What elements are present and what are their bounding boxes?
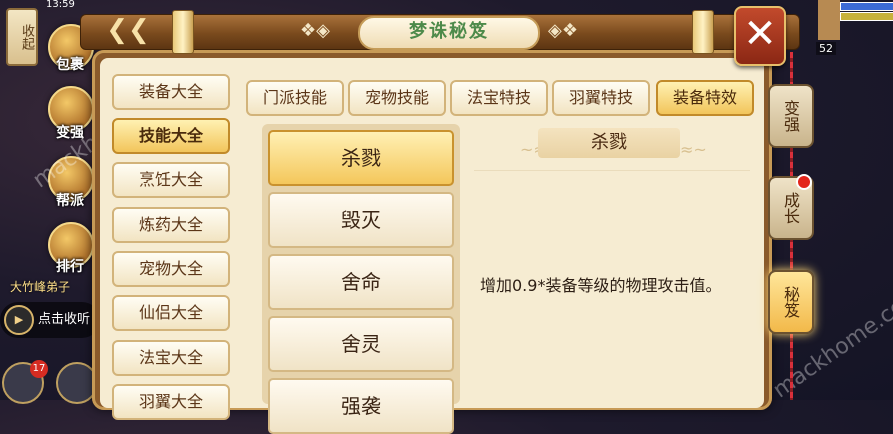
tab-artifact-specials[interactable]: 法宝特技 [450,80,548,116]
detail-divider [474,170,750,171]
player-level: 52 [816,42,836,55]
category-wings[interactable]: 羽翼大全 [112,384,230,420]
detail-title: 杀戮 [538,128,680,158]
category-skills[interactable]: 技能大全 [112,118,230,154]
category-companions[interactable]: 仙侣大全 [112,295,230,331]
list-item[interactable]: 毁灭 [268,192,454,248]
collapse-button[interactable]: 收起 [6,8,38,66]
page-title-plaque: 梦诛秘笈 [358,16,540,50]
category-artifacts[interactable]: 法宝大全 [112,340,230,376]
tab-pet-skills[interactable]: 宠物技能 [348,80,446,116]
mana-bar [840,2,893,11]
cloud-ornament-icon: ≈~ [680,140,707,159]
list-item[interactable]: 舍灵 [268,316,454,372]
rod-cap-right [692,10,714,54]
player-avatar[interactable] [818,0,840,40]
hud-label-guild: 帮派 [56,193,84,209]
close-icon[interactable]: ✕ [734,6,786,66]
tab-wing-specials[interactable]: 羽翼特技 [552,80,650,116]
chat-sender: 大竹峰弟子 [10,280,71,294]
category-pets[interactable]: 宠物大全 [112,251,230,287]
list-item[interactable]: 强袭 [268,378,454,434]
status-time: 13:59 [46,0,75,10]
play-icon: ▶ [4,305,34,335]
notification-badge: 17 [30,360,48,378]
cloud-ornament-icon: ◈❖ [548,20,578,41]
category-alchemy[interactable]: 炼药大全 [112,207,230,243]
side-button-power-up[interactable]: 变强 [768,84,814,148]
category-equipment[interactable]: 装备大全 [112,74,230,110]
page-title: 梦诛秘笈 [409,21,489,42]
voice-listen-button[interactable]: ▶ 点击收听 [0,302,100,338]
list-item[interactable]: 舍命 [268,254,454,310]
rod-cap-left [172,10,194,54]
back-arrow-icon[interactable]: ❮❮ [96,16,160,46]
cloud-ornament-icon: ❖◈ [300,20,330,41]
tab-equipment-effects[interactable]: 装备特效 [656,80,754,116]
hud-label-ranking: 排行 [56,259,84,275]
tab-sect-skills[interactable]: 门派技能 [246,80,344,116]
notification-dot [796,174,812,190]
detail-description: 增加0.9*装备等级的物理攻击值。 [480,276,722,295]
voice-listen-label: 点击收听 [38,312,91,327]
category-cooking[interactable]: 烹饪大全 [112,162,230,198]
exp-bar [840,12,893,21]
hud-label-bag: 包裹 [56,57,84,73]
side-button-guide[interactable]: 秘笈 [768,270,814,334]
list-item[interactable]: 杀戮 [268,130,454,186]
